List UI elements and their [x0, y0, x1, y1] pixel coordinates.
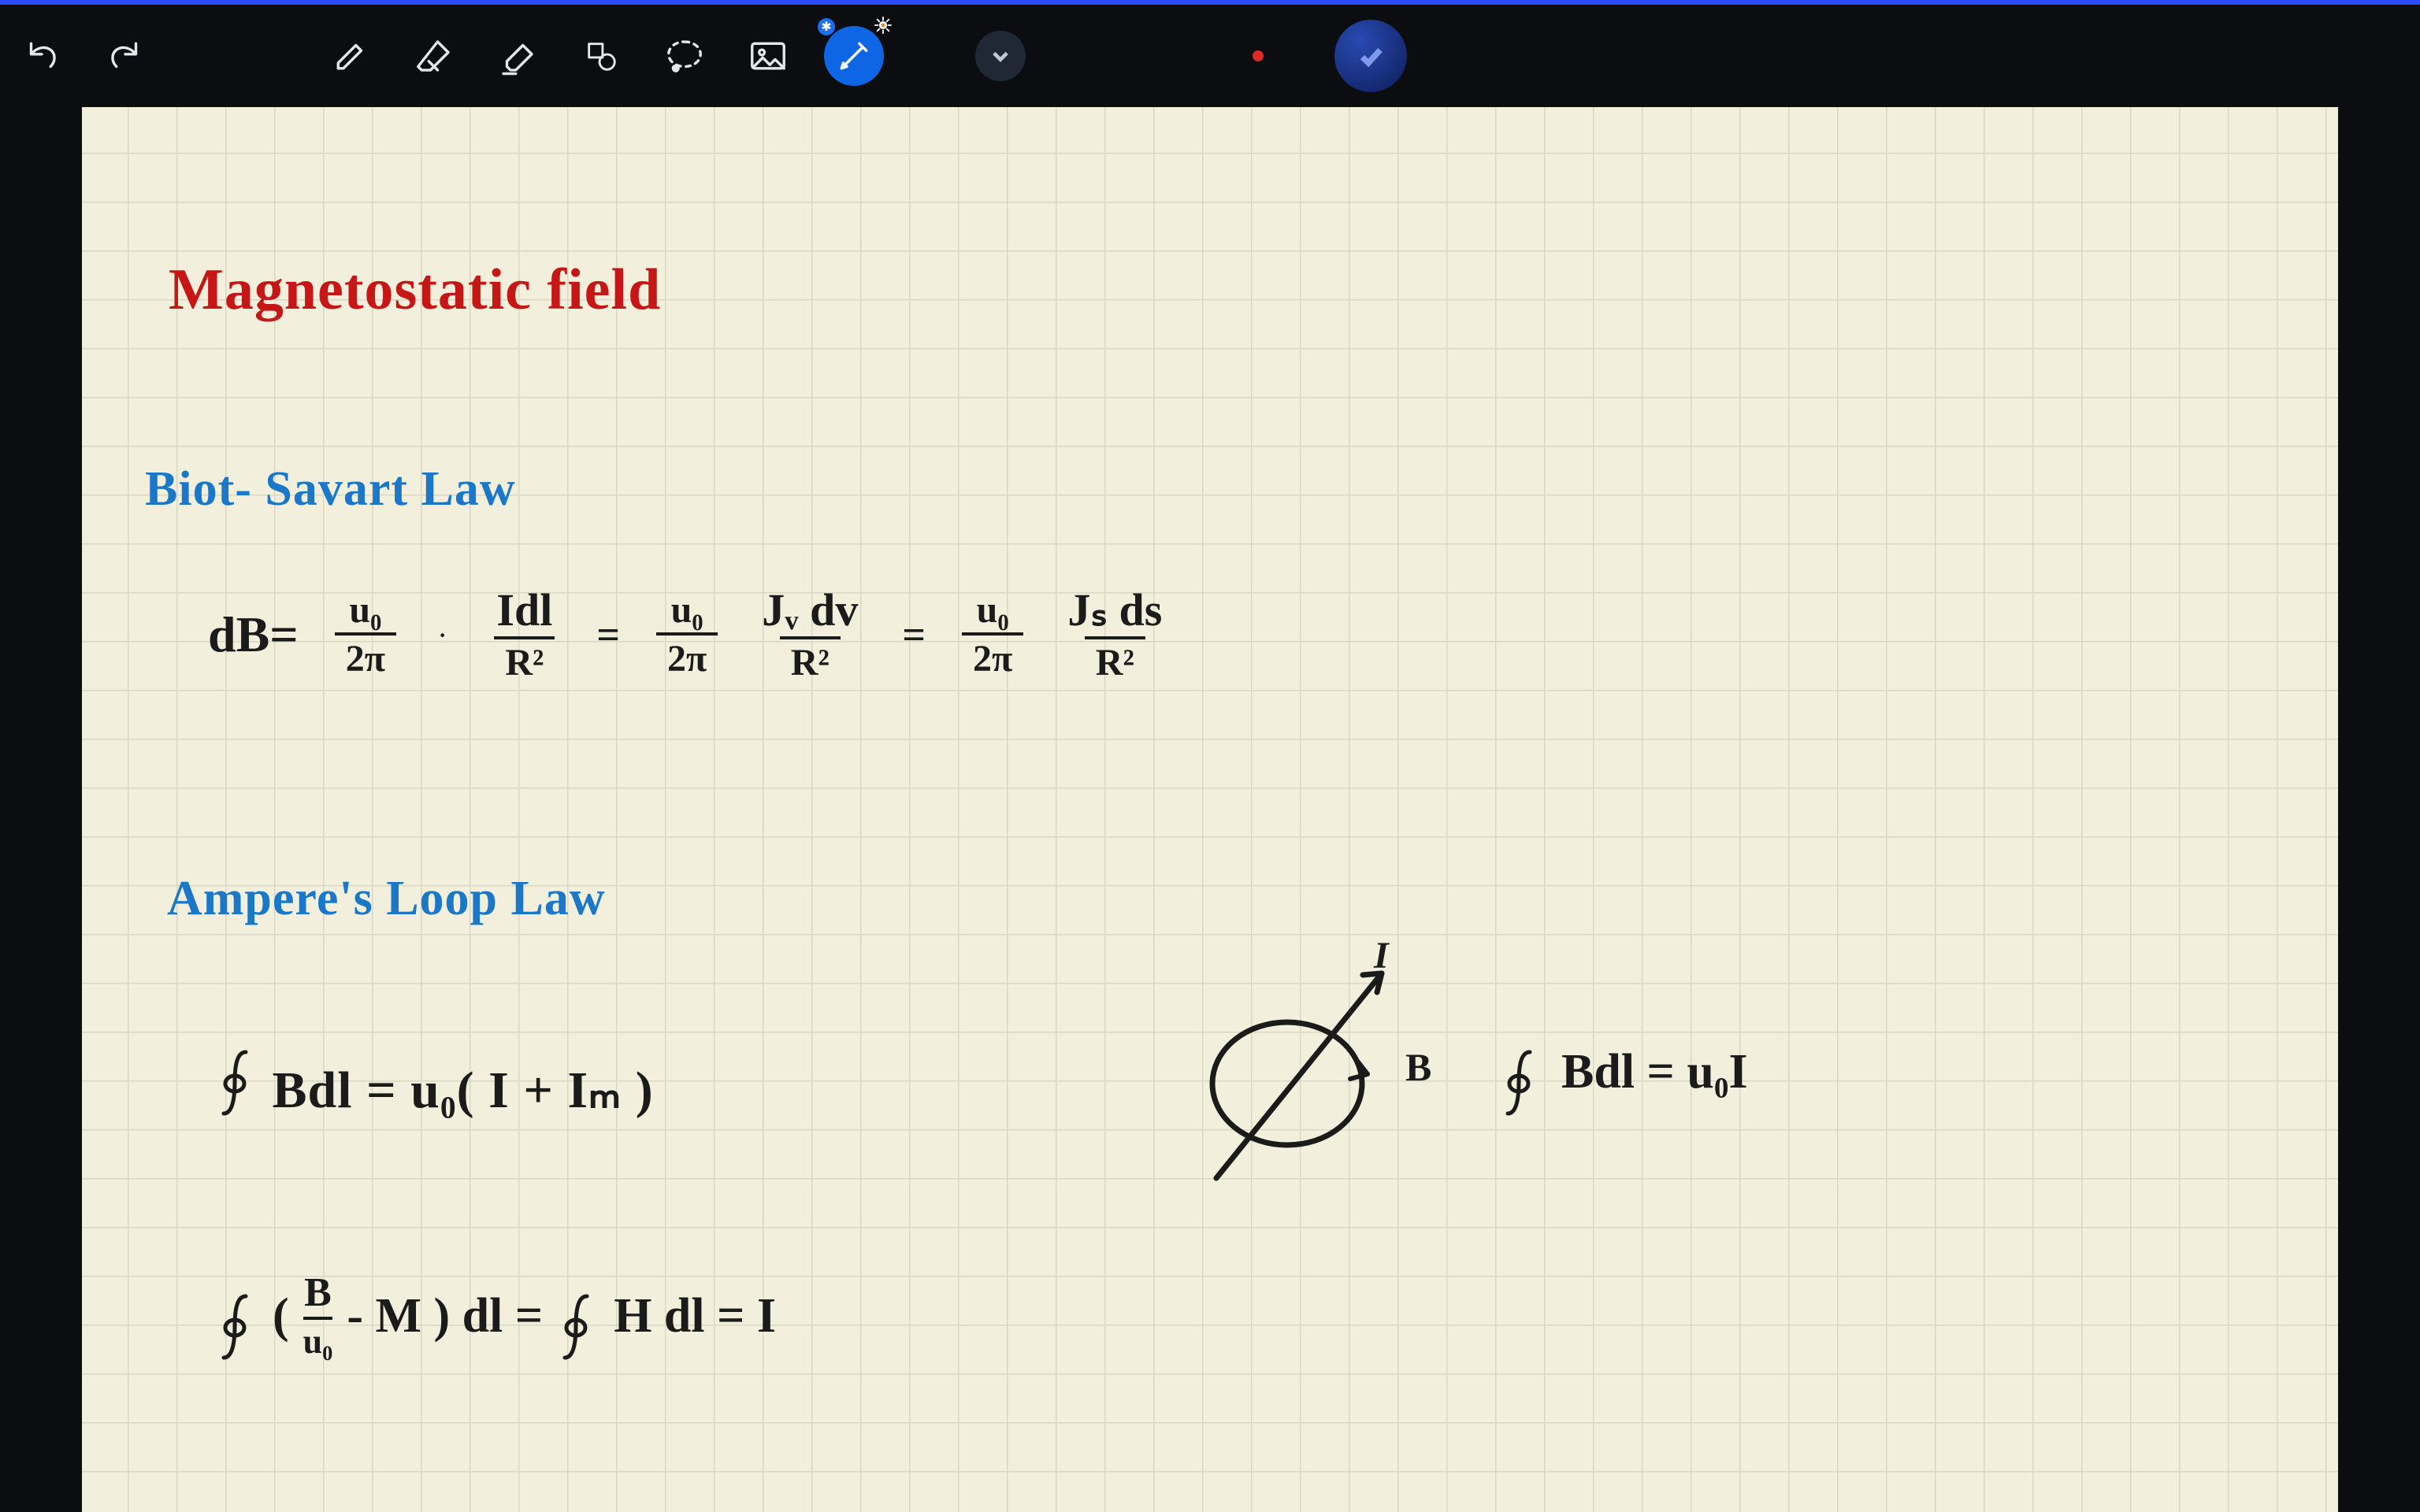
equation-ampere-1: Bdl = u₀( I + Iₘ )	[216, 1036, 654, 1121]
frac-den: 2π	[962, 632, 1023, 678]
highlighter-tool-button[interactable]	[490, 28, 545, 83]
eq-frac: u₀ 2π	[962, 591, 1023, 678]
canvas-viewport: Magnetostatic field Biot- Savart Law dB=…	[0, 107, 2420, 1512]
closed-integral-icon	[216, 1047, 258, 1118]
page-title: Magnetostatic field	[169, 257, 661, 324]
eq-text: Bdl = u₀( I + Iₘ )	[273, 1062, 654, 1119]
frac-den: R²	[494, 636, 555, 682]
redo-button[interactable]	[98, 28, 153, 83]
eraser-tool-button[interactable]	[406, 28, 462, 83]
redo-icon	[104, 35, 147, 77]
eq-lhs: dB=	[208, 606, 299, 664]
frac-num: B	[304, 1273, 332, 1317]
eq-equals: =	[596, 612, 620, 658]
eq-frac: u₀ 2π	[335, 591, 396, 678]
frac-den: u₀	[303, 1317, 333, 1359]
equation-ampere-right: Bdl = u₀I	[1500, 1036, 1748, 1107]
shape-icon	[583, 38, 619, 74]
eq-frac: Jₛ ds R²	[1060, 587, 1170, 682]
undo-icon	[20, 35, 63, 77]
frac-num: Jᵥ dv	[754, 587, 866, 636]
section-heading-1: Biot- Savart Law	[145, 461, 516, 517]
eq-frac: u₀ 2π	[656, 591, 718, 678]
closed-integral-icon	[1500, 1047, 1542, 1118]
frac-den: 2π	[335, 632, 396, 678]
frac-num: u₀	[663, 591, 711, 632]
eq-text: - M ) dl =	[347, 1288, 543, 1344]
diagram-label-b: B	[1405, 1044, 1432, 1090]
loop-diagram	[1169, 934, 1437, 1202]
eq-frac: Jᵥ dv R²	[754, 587, 866, 682]
frac-num: u₀	[969, 591, 1017, 632]
diagram-label-i: I	[1374, 934, 1390, 977]
frac-num: u₀	[341, 591, 389, 632]
pen-icon	[329, 35, 372, 77]
bluetooth-badge-icon: ✱	[818, 18, 835, 35]
chevron-down-icon	[989, 45, 1011, 67]
eq-frac: B u₀	[303, 1273, 333, 1359]
highlighter-icon	[496, 35, 539, 77]
insert-image-button[interactable]	[740, 28, 796, 83]
eraser-icon	[413, 35, 455, 77]
toolbar: ✱	[0, 5, 2420, 107]
app-root: ✱ Magnetostatic field Biot- Savart Law d…	[0, 0, 2420, 1512]
equation-ampere-2: ( B u₀ - M ) dl = H dl = I	[216, 1273, 776, 1359]
laser-pointer-icon	[833, 35, 875, 77]
pen-tool-button[interactable]	[323, 28, 378, 83]
eq-dot: ·	[432, 617, 452, 654]
lasso-tool-button[interactable]	[657, 28, 712, 83]
frac-num: Idl	[488, 587, 560, 636]
eq-frac: Idl R²	[488, 587, 560, 682]
more-tools-button[interactable]	[975, 31, 1026, 81]
record-indicator-icon	[1253, 50, 1264, 61]
eq-equals: =	[902, 612, 926, 658]
lasso-icon	[663, 35, 706, 77]
equation-biot-savart: dB= u₀ 2π · Idl R² = u₀ 2π Jᵥ dv R²	[208, 587, 1170, 682]
section-heading-2: Ampere's Loop Law	[167, 871, 606, 927]
frac-den: 2π	[656, 632, 718, 678]
eq-text: (	[273, 1288, 289, 1344]
closed-integral-icon	[216, 1292, 258, 1362]
check-icon	[1357, 42, 1385, 70]
undo-button[interactable]	[14, 28, 69, 83]
image-icon	[747, 35, 789, 77]
laser-pointer-button[interactable]: ✱	[824, 26, 884, 86]
frac-num: Jₛ ds	[1060, 587, 1170, 636]
shape-tool-button[interactable]	[573, 28, 629, 83]
frac-den: R²	[1085, 636, 1145, 682]
closed-integral-icon	[557, 1292, 599, 1362]
mode-toggle-button[interactable]	[1334, 20, 1407, 92]
live-badge-icon	[874, 17, 892, 34]
note-page[interactable]: Magnetostatic field Biot- Savart Law dB=…	[82, 107, 2338, 1512]
frac-den: R²	[780, 636, 841, 682]
eq-text: Bdl = u₀I	[1561, 1044, 1748, 1100]
eq-text: H dl = I	[614, 1288, 776, 1344]
